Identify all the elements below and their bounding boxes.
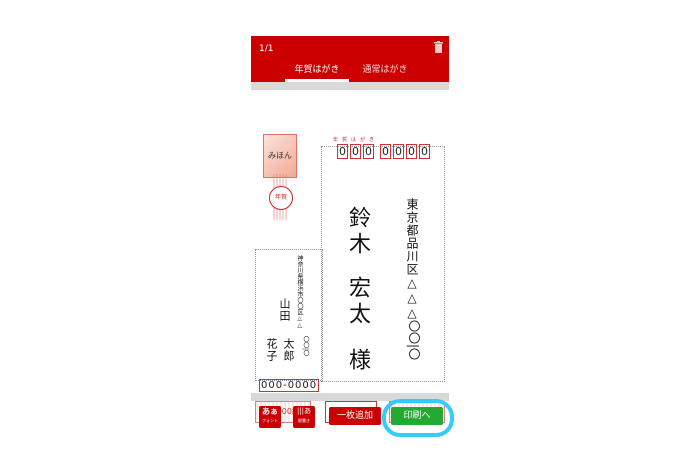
sender-address: 神奈川県横浜市〇〇区△△ (296, 255, 303, 329)
zip-code-boxes: 0 0 0 0 0 0 0 (337, 144, 430, 159)
trash-icon[interactable] (434, 41, 443, 53)
vertical-button-sub: 縦書き (298, 418, 310, 423)
nenga-seal: 年賀 (269, 186, 293, 210)
nenga-label: 年賀はがき (333, 137, 379, 143)
app-screen: 1/1 年賀はがき 通常はがき みほん 年賀 年賀はがき 0 0 0 0 0 0… (251, 36, 454, 467)
recipient-number: 〇〇|〇 (407, 320, 421, 361)
font-button-label: あぁ (262, 407, 278, 416)
zip-digit: 0 (363, 144, 374, 159)
vertical-button-label: |||あ (296, 407, 312, 415)
zip-digit: 0 (406, 144, 417, 159)
print-button[interactable]: 印刷へ (391, 407, 443, 425)
tab-normal[interactable]: 通常はがき (355, 62, 415, 78)
recipient-address: 東京都品川区△△△ (405, 198, 419, 321)
vertical-writing-button[interactable]: |||あ 縦書き (293, 406, 315, 428)
recipient-name-line1: 鈴木 (345, 206, 370, 258)
zip-digit: 0 (337, 144, 348, 159)
stamp-label: みほん (268, 151, 292, 160)
recipient-name-line2: 宏太 (345, 276, 370, 328)
sender-first-name-2: 花子 (265, 338, 278, 362)
recipient-honorific: 様 (345, 348, 370, 370)
recipient-frame (321, 146, 445, 382)
zip-digit: 0 (419, 144, 430, 159)
zip-digit: 0 (350, 144, 361, 159)
divider-top (251, 82, 449, 90)
sender-last-name: 山田 (278, 298, 291, 322)
font-button-sub: フォント (262, 418, 278, 423)
sender-zip: 000-0000 (259, 379, 320, 392)
sender-first-name-1: 太郎 (282, 338, 295, 362)
stamp-area: みほん (263, 134, 297, 178)
font-button[interactable]: あぁ フォント (259, 406, 281, 428)
postcard-preview[interactable]: みほん 年賀 年賀はがき 0 0 0 0 0 0 0 東京都品川区△△△ 〇〇|… (251, 90, 449, 423)
tab-nenga[interactable]: 年賀はがき (287, 62, 347, 78)
zip-digit: 0 (393, 144, 404, 159)
header-bar: 1/1 年賀はがき 通常はがき (251, 36, 449, 82)
sender-number: 〇〇|〇 (302, 336, 309, 357)
add-card-button[interactable]: 一枚追加 (329, 407, 381, 425)
page-count: 1/1 (259, 44, 274, 54)
zip-digit: 0 (380, 144, 391, 159)
